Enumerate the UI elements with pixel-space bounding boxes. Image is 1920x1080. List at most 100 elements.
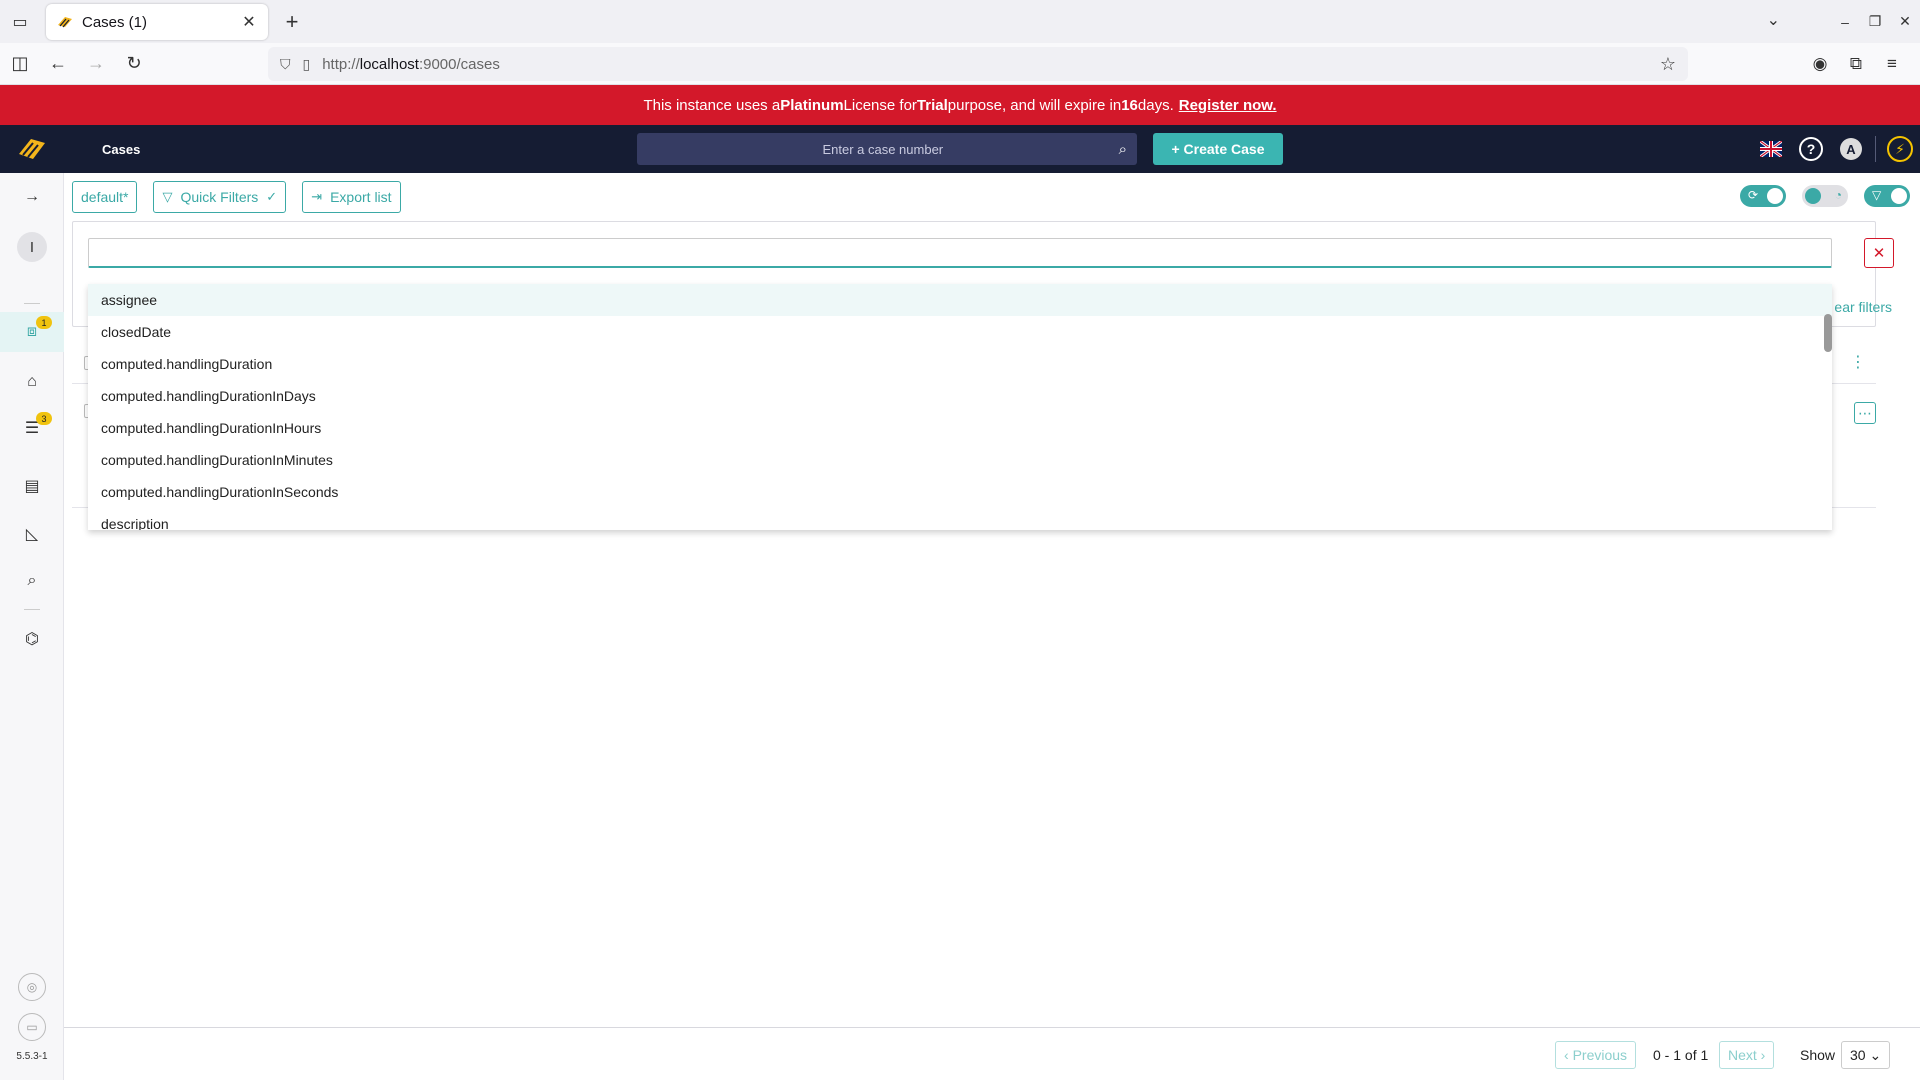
list-item[interactable]: computed.handlingDuration bbox=[88, 348, 1832, 380]
page-size-select[interactable]: 30 ⌄ bbox=[1841, 1041, 1891, 1069]
user-avatar[interactable]: A bbox=[1831, 125, 1871, 173]
chevron-left-icon: ‹ bbox=[1564, 1047, 1573, 1063]
back-icon[interactable]: ← bbox=[40, 46, 76, 82]
expand-sidebar-arrow-icon[interactable]: → bbox=[0, 177, 64, 217]
check-circle-icon: ✓ bbox=[266, 189, 278, 204]
book-icon: ▤ bbox=[24, 478, 40, 495]
extensions-icon[interactable]: ⧉ bbox=[1838, 47, 1874, 81]
filter-preset-button[interactable]: default* bbox=[72, 181, 138, 213]
minimize-icon[interactable]: – bbox=[1830, 14, 1860, 30]
uk-flag-icon[interactable] bbox=[1751, 125, 1791, 173]
case-search-box: ⌕ bbox=[637, 133, 1137, 165]
list-item[interactable]: computed.handlingDurationInDays bbox=[88, 380, 1832, 412]
menu-icon[interactable]: ≡ bbox=[1874, 47, 1910, 81]
clear-filters-link[interactable]: ear filters bbox=[1834, 299, 1892, 315]
tab-close-icon[interactable]: ✕ bbox=[240, 12, 258, 32]
sidebar-item-dashboards[interactable]: ◺ bbox=[0, 514, 64, 554]
banner-text-3: purpose, and will expire in bbox=[947, 96, 1122, 114]
banner-text-1: This instance uses a bbox=[643, 96, 781, 114]
page-icon: ▯ bbox=[302, 55, 311, 72]
sidebar-user-avatar[interactable]: I bbox=[0, 227, 64, 267]
pagination-footer: ‹ Previous 0 - 1 of 1 Next › Show 30 ⌄ bbox=[64, 1027, 1920, 1080]
export-list-button[interactable]: ⇥ Export list bbox=[302, 181, 401, 213]
pie-icon: ◔ bbox=[1834, 188, 1842, 202]
restore-icon[interactable]: ❐ bbox=[1860, 13, 1890, 30]
list-item[interactable]: assignee bbox=[88, 284, 1832, 316]
case-search-input[interactable] bbox=[647, 141, 1119, 157]
remove-filter-button[interactable]: ✕ bbox=[1864, 238, 1894, 268]
auto-refresh-toggle[interactable]: ⟳ bbox=[1740, 185, 1786, 207]
filter-icon: ▽ bbox=[162, 189, 173, 204]
browser-navbar: ◫ ← → ↻ ⛉ ▯ http://localhost:9000/cases … bbox=[0, 43, 1920, 85]
banner-text-2: License for bbox=[843, 96, 917, 114]
filter-field-dropdown: assignee closedDate computed.handlingDur… bbox=[88, 284, 1832, 530]
stats-toggle[interactable]: ◔ bbox=[1802, 185, 1848, 207]
tab-list-icon[interactable]: ▭ bbox=[0, 0, 40, 43]
refresh-icon: ⟳ bbox=[1748, 188, 1759, 202]
filter-icon: ▽ bbox=[1872, 188, 1882, 202]
window-close-icon[interactable]: ✕ bbox=[1890, 13, 1920, 30]
register-now-link[interactable]: Register now. bbox=[1179, 97, 1277, 114]
previous-page-button[interactable]: ‹ Previous bbox=[1555, 1041, 1637, 1069]
list-item[interactable]: description bbox=[88, 508, 1832, 530]
help-icon[interactable]: ? bbox=[1791, 125, 1831, 173]
integrations-icon[interactable]: ◎ bbox=[18, 973, 46, 1001]
sidebar-divider bbox=[24, 303, 40, 304]
url-text[interactable]: http://localhost:9000/cases bbox=[322, 56, 1660, 73]
list-item[interactable]: computed.handlingDurationInHours bbox=[88, 412, 1832, 444]
bookmark-star-icon[interactable]: ☆ bbox=[1660, 54, 1676, 75]
page-title: Cases bbox=[102, 141, 141, 157]
sidebar-item-knowledge[interactable]: ▤ bbox=[0, 466, 64, 506]
thehive-logo-icon[interactable] bbox=[0, 125, 64, 173]
header-actions: ? A ⚡ bbox=[1751, 125, 1920, 173]
account-icon[interactable]: ◉ bbox=[1802, 47, 1838, 81]
banner-license: Platinum bbox=[780, 96, 844, 114]
list-item[interactable]: closedDate bbox=[88, 316, 1832, 348]
chat-icon[interactable]: ▭ bbox=[18, 1013, 46, 1041]
sidebar-item-organisation[interactable]: ⌬ bbox=[0, 619, 64, 659]
next-page-button[interactable]: Next › bbox=[1719, 1041, 1775, 1069]
tasks-count-badge: 3 bbox=[36, 412, 52, 425]
sidebar-item-search[interactable]: ⌕ bbox=[0, 561, 64, 601]
dropdown-scrollbar[interactable] bbox=[1824, 314, 1832, 352]
filters-toggle[interactable]: ▽ bbox=[1864, 185, 1910, 207]
url-bar[interactable]: ⛉ ▯ http://localhost:9000/cases ☆ bbox=[268, 47, 1688, 81]
export-icon: ⇥ bbox=[311, 189, 323, 204]
alerts-inbox-icon: ⌂ bbox=[27, 373, 37, 390]
browser-toolbar-right: ◉ ⧉ ≡ bbox=[1802, 47, 1910, 81]
new-tab-icon[interactable]: + bbox=[274, 4, 310, 40]
search-icon: ⌕ bbox=[27, 572, 37, 589]
create-case-button[interactable]: + Create Case bbox=[1153, 133, 1283, 165]
browser-tab-cases[interactable]: Cases (1) ✕ bbox=[46, 4, 268, 40]
sidebar-item-alerts[interactable]: ⌂ bbox=[0, 362, 64, 402]
left-sidebar: → I ⧈ 1 ⌂ ☰ 3 ▤ ◺ ⌕ ⌬ ◎ ▭ 5.5.3-1 bbox=[0, 173, 64, 1080]
filter-field-wrap bbox=[88, 238, 1832, 268]
forward-icon[interactable]: → bbox=[78, 46, 114, 82]
cases-count-badge: 1 bbox=[36, 316, 52, 329]
filter-field-input[interactable] bbox=[88, 238, 1832, 268]
chevron-right-icon: › bbox=[1756, 1047, 1766, 1063]
cases-toolbar: default* ▽ Quick Filters ✓ ⇥ Export list bbox=[72, 181, 417, 213]
sidebar-toggle-icon[interactable]: ◫ bbox=[2, 46, 38, 82]
banner-days: 16 bbox=[1121, 96, 1138, 114]
chart-icon: ◺ bbox=[25, 526, 39, 543]
column-menu-icon[interactable]: ⋮ bbox=[1850, 352, 1866, 372]
license-banner: This instance uses a Platinum License fo… bbox=[0, 85, 1920, 125]
search-icon[interactable]: ⌕ bbox=[1119, 141, 1127, 158]
list-item[interactable]: computed.handlingDurationInMinutes bbox=[88, 444, 1832, 476]
sidebar-item-cases[interactable]: ⧈ 1 bbox=[0, 312, 64, 352]
banner-purpose: Trial bbox=[916, 96, 948, 114]
shield-icon[interactable]: ⛉ bbox=[280, 56, 291, 73]
tab-title: Cases (1) bbox=[82, 13, 148, 31]
lightning-icon[interactable]: ⚡ bbox=[1880, 125, 1920, 173]
sidebar-item-tasks[interactable]: ☰ 3 bbox=[0, 408, 64, 448]
cases-icon: ⧈ bbox=[26, 323, 38, 340]
quick-filters-button[interactable]: ▽ Quick Filters ✓ bbox=[153, 181, 287, 213]
view-toggles: ⟳ ◔ ▽ bbox=[1724, 185, 1910, 207]
banner-text-4: days. bbox=[1137, 96, 1174, 114]
row-actions-ellipsis-icon[interactable]: ⋯ bbox=[1854, 402, 1876, 424]
pagination-range: 0 - 1 of 1 bbox=[1653, 1047, 1709, 1063]
list-item[interactable]: computed.handlingDurationInSeconds bbox=[88, 476, 1832, 508]
reload-icon[interactable]: ↻ bbox=[116, 46, 152, 82]
tab-overflow-chevron-icon[interactable]: ⌄ bbox=[1767, 10, 1780, 30]
